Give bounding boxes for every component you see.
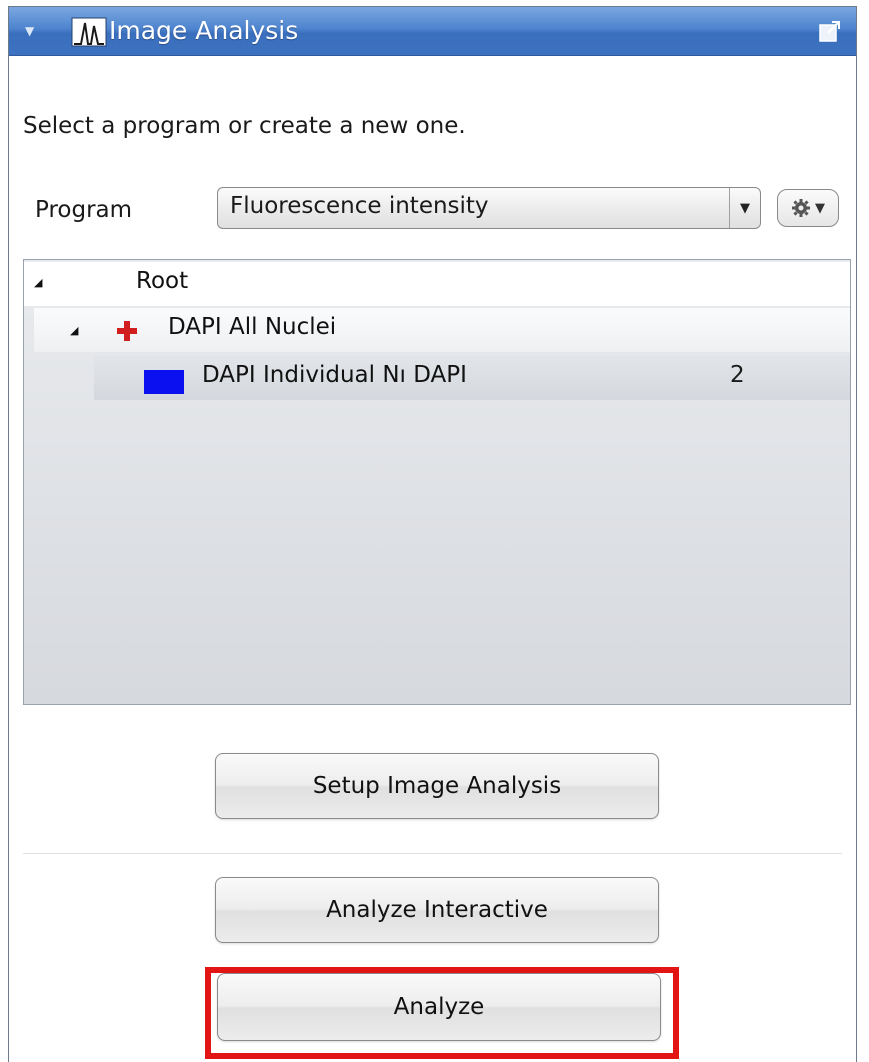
analyze-interactive-button[interactable]: Analyze Interactive [215, 877, 659, 943]
instruction-text: Select a program or create a new one. [23, 113, 466, 139]
panel-titlebar: ▼ Image Analysis [9, 7, 856, 56]
tree-item-label: DAPI All Nuclei [168, 314, 337, 340]
tree-item-label: DAPI Individual Nı DAPI [202, 362, 467, 388]
chevron-down-icon: ▼ [815, 200, 825, 216]
program-label: Program [35, 197, 133, 223]
panel-title: Image Analysis [109, 16, 299, 45]
blue-color-swatch [144, 370, 184, 394]
chevron-down-icon[interactable]: ▼ [729, 188, 760, 228]
divider [23, 853, 842, 854]
tree-row-individual-nuclei[interactable]: DAPI Individual Nı DAPI 2 [94, 356, 850, 400]
tree-item-count: 2 [730, 362, 745, 388]
expand-arrow-icon[interactable]: ◢ [34, 276, 42, 289]
gear-icon [792, 199, 810, 217]
popout-icon[interactable] [818, 19, 842, 43]
tree-row-all-nuclei[interactable]: ◢ DAPI All Nuclei [34, 308, 850, 352]
image-analysis-panel: ▼ Image Analysis Select a program or cre… [8, 6, 857, 1062]
tree-root-label: Root [136, 268, 189, 294]
expand-arrow-icon[interactable]: ◢ [70, 324, 78, 337]
program-dropdown[interactable]: Fluorescence intensity ▼ [217, 187, 761, 229]
program-selected-value: Fluorescence intensity [230, 193, 489, 219]
histogram-icon [71, 17, 107, 47]
setup-image-analysis-button[interactable]: Setup Image Analysis [215, 753, 659, 819]
program-options-button[interactable]: ▼ [777, 189, 839, 227]
tree-row-root[interactable]: ◢ Root [24, 262, 850, 306]
highlight-box [205, 967, 679, 1059]
analysis-tree: ◢ Root ◢ DAPI All Nuclei DAPI Individual… [23, 259, 851, 705]
red-plus-icon [117, 321, 137, 341]
collapse-icon[interactable]: ▼ [25, 25, 39, 37]
